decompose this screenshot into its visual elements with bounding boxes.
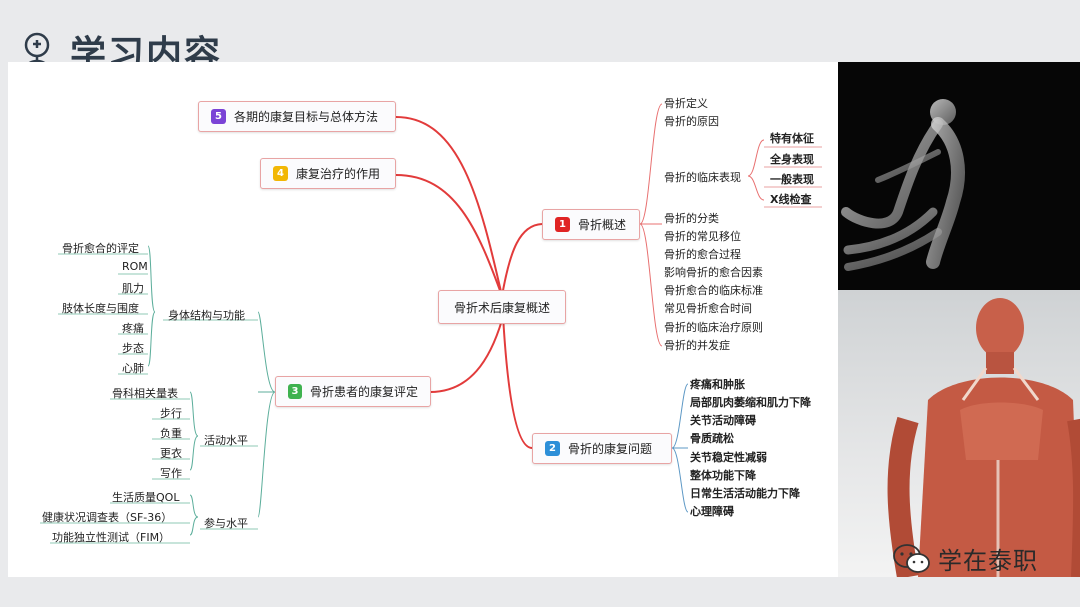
watermark: 学在泰职 (892, 541, 1038, 576)
assessment-item: 生活质量QOL (112, 491, 180, 504)
assessment-item: 疼痛 (122, 322, 144, 335)
branch-badge-3: 3 (288, 384, 302, 399)
branch-node-4[interactable]: 4 康复治疗的作用 (260, 158, 396, 189)
branch-label-4: 康复治疗的作用 (296, 167, 381, 181)
branch-node-5[interactable]: 5 各期的康复目标与总体方法 (198, 101, 396, 132)
clinical-item: 特有体征 (770, 132, 814, 145)
branch-badge-1: 1 (555, 217, 570, 232)
assessment-item: 骨科相关量表 (112, 387, 178, 400)
problem-item: 局部肌肉萎缩和肌力下降 (690, 396, 811, 409)
clinical-item: 全身表现 (770, 153, 814, 166)
wechat-icon (893, 543, 930, 573)
assessment-item: 骨折愈合的评定 (62, 242, 139, 255)
assessment-item: 功能独立性测试（FIM） (52, 531, 171, 544)
assessment-item: 心肺 (122, 362, 144, 375)
assessment-item: ROM (122, 260, 148, 273)
anatomy-image-panel (838, 62, 1080, 577)
assessment-item: 写作 (160, 467, 182, 480)
assessment-group-label: 活动水平 (204, 434, 248, 447)
clinical-item: 一般表现 (770, 173, 814, 186)
overview-item: 骨折的分类 (664, 212, 719, 225)
watermark-text: 学在泰职 (938, 547, 1038, 575)
overview-item: 骨折的原因 (664, 115, 719, 128)
branch-badge-2: 2 (545, 441, 560, 456)
assessment-item: 肢体长度与围度 (62, 302, 139, 315)
problem-item: 心理障碍 (690, 505, 734, 518)
problem-item: 日常生活活动能力下降 (690, 487, 800, 500)
clinical-item: X线检查 (770, 193, 812, 206)
center-node-label: 骨折术后康复概述 (453, 300, 550, 315)
overview-item: 影响骨折的愈合因素 (664, 266, 763, 279)
assessment-item: 更衣 (160, 447, 182, 460)
branch-label-5: 各期的康复目标与总体方法 (234, 110, 379, 124)
assessment-group-label: 身体结构与功能 (168, 309, 245, 322)
overview-item: 骨折的常见移位 (664, 230, 741, 243)
branch-node-1[interactable]: 1 骨折概述 (542, 209, 640, 240)
overview-item: 骨折的愈合过程 (664, 248, 741, 261)
assessment-item: 健康状况调查表（SF-36） (42, 511, 173, 524)
problem-item: 疼痛和肿胀 (690, 378, 745, 391)
overview-item: 骨折的临床治疗原则 (664, 321, 763, 334)
problem-item: 关节稳定性减弱 (690, 451, 767, 464)
overview-item: 骨折愈合的临床标准 (664, 284, 763, 297)
xray-body-image (838, 62, 1080, 290)
assessment-item: 负重 (160, 427, 182, 440)
branch-badge-5: 5 (211, 109, 226, 124)
assessment-item: 步行 (160, 407, 182, 420)
overview-item: 常见骨折愈合时间 (664, 302, 752, 315)
branch-node-3[interactable]: 3 骨折患者的康复评定 (275, 376, 431, 407)
assessment-item: 肌力 (122, 282, 144, 295)
branch-badge-4: 4 (273, 166, 288, 181)
branch-node-2[interactable]: 2 骨折的康复问题 (532, 433, 672, 464)
branch-label-1: 骨折概述 (578, 218, 627, 232)
overview-item: 骨折定义 (664, 97, 708, 110)
problem-item: 关节活动障碍 (690, 414, 756, 427)
assessment-group-label: 参与水平 (204, 517, 248, 530)
branch-label-3: 骨折患者的康复评定 (309, 385, 418, 399)
center-node[interactable]: 骨折术后康复概述 (438, 290, 566, 324)
muscle-anatomy-image (838, 290, 1080, 577)
branch-label-2: 骨折的康复问题 (568, 442, 653, 456)
problem-item: 骨质疏松 (690, 432, 734, 445)
overview-item: 骨折的并发症 (664, 339, 730, 352)
overview-item: 骨折的临床表现 (664, 171, 741, 184)
assessment-item: 步态 (122, 342, 144, 355)
problem-item: 整体功能下降 (690, 469, 756, 482)
